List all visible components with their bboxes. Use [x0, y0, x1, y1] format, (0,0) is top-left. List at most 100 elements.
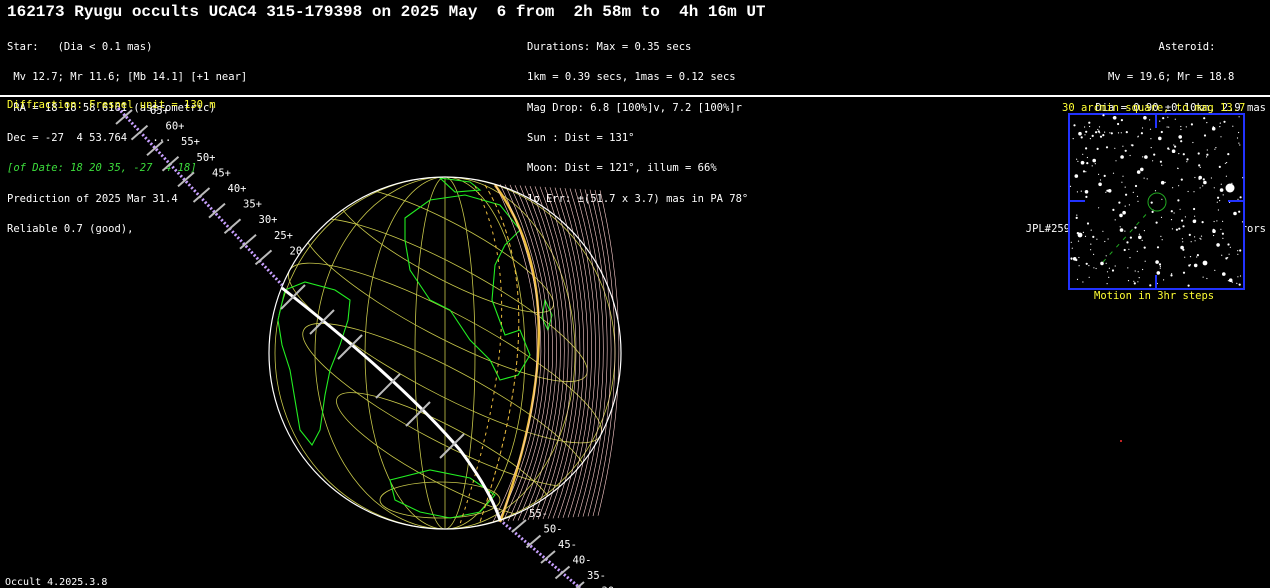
field-star — [1237, 276, 1239, 278]
field-star — [1202, 178, 1205, 181]
field-star — [1218, 165, 1221, 168]
field-star — [1143, 116, 1147, 120]
field-star — [1119, 228, 1124, 232]
field-star — [1164, 181, 1166, 183]
field-star — [1142, 156, 1144, 158]
field-star — [1084, 126, 1086, 128]
field-star — [1202, 185, 1204, 187]
field-star — [1200, 235, 1203, 237]
field-star — [1128, 248, 1130, 250]
field-star — [1177, 199, 1180, 202]
field-star — [1187, 190, 1189, 193]
field-star — [1082, 231, 1084, 233]
field-star — [1194, 176, 1196, 179]
field-star — [1196, 256, 1198, 258]
track-tick — [115, 109, 133, 125]
track-label-north: 40+ — [228, 183, 247, 195]
field-star — [1112, 116, 1117, 120]
field-star — [1216, 220, 1218, 222]
field-star — [1182, 153, 1185, 156]
field-star — [1106, 271, 1109, 273]
field-star — [1211, 126, 1216, 131]
field-star — [1141, 127, 1144, 129]
track-label-north: 55+ — [181, 136, 200, 148]
field-star — [1187, 284, 1190, 287]
field-star — [1102, 134, 1105, 137]
field-star — [1173, 144, 1175, 146]
field-star — [1160, 216, 1163, 218]
field-star — [1190, 241, 1192, 243]
field-star — [1222, 272, 1226, 276]
field-star — [1119, 226, 1121, 228]
field-star — [1238, 210, 1241, 213]
field-star — [1089, 138, 1091, 140]
field-star — [1143, 246, 1146, 249]
field-star — [1175, 228, 1178, 231]
field-star — [1137, 136, 1139, 138]
field-star — [1180, 125, 1182, 128]
field-star — [1238, 283, 1241, 286]
field-star — [1239, 249, 1242, 252]
field-star — [1082, 153, 1084, 155]
field-star — [1097, 128, 1099, 131]
field-star — [1077, 160, 1079, 162]
field-star — [1095, 267, 1097, 270]
field-star — [1098, 173, 1100, 175]
field-star — [1104, 131, 1106, 133]
field-star — [1184, 256, 1186, 258]
field-star — [1114, 219, 1116, 221]
field-star — [1086, 156, 1088, 159]
track-label-south: 40- — [573, 555, 592, 567]
track-label-north: 60+ — [166, 121, 185, 133]
field-star — [1129, 236, 1132, 239]
track-label-north: 45+ — [212, 167, 231, 179]
field-star — [1179, 208, 1181, 210]
field-star — [1108, 267, 1110, 269]
field-star — [1225, 257, 1228, 260]
field-star — [1225, 175, 1227, 177]
field-star — [1117, 122, 1120, 126]
field-star — [1203, 134, 1207, 137]
field-star — [1227, 280, 1229, 282]
field-star — [1072, 138, 1074, 140]
track-tick — [177, 171, 195, 188]
field-star — [1120, 155, 1124, 159]
field-star — [1122, 175, 1124, 177]
field-star — [1239, 275, 1242, 277]
field-star — [1110, 132, 1113, 135]
field-star — [1239, 144, 1241, 146]
field-star — [1196, 254, 1199, 257]
field-star — [1219, 200, 1221, 202]
field-star — [1085, 262, 1088, 265]
field-star — [1085, 195, 1088, 198]
field-star — [1117, 132, 1120, 134]
field-star — [1194, 240, 1196, 242]
field-star — [1212, 228, 1215, 231]
field-star — [1070, 241, 1072, 243]
field-star — [1214, 148, 1216, 150]
field-star — [1188, 233, 1191, 236]
field-star — [1232, 125, 1234, 127]
occultation-map: 65+60+55+50+45+40+35+30+25+20+55-50-45-4… — [115, 105, 1245, 588]
field-star — [1174, 118, 1176, 120]
field-star — [1242, 177, 1244, 179]
field-star — [1088, 121, 1091, 124]
field-star — [1080, 190, 1082, 192]
field-star — [1239, 196, 1242, 199]
field-star — [1222, 220, 1224, 222]
field-star — [1099, 132, 1101, 134]
field-star — [1178, 227, 1181, 230]
field-star — [1124, 230, 1126, 232]
field-star — [1156, 271, 1161, 275]
field-star — [1140, 167, 1144, 172]
track-line-south — [499, 518, 581, 588]
field-star — [1217, 196, 1220, 199]
track-label-south: 35- — [587, 570, 606, 582]
field-star — [1146, 178, 1148, 180]
field-star — [1158, 263, 1162, 266]
field-star — [1199, 187, 1201, 189]
field-star-bright — [1202, 260, 1208, 266]
field-star — [1161, 239, 1163, 241]
field-star — [1085, 171, 1087, 173]
field-star — [1151, 210, 1154, 213]
